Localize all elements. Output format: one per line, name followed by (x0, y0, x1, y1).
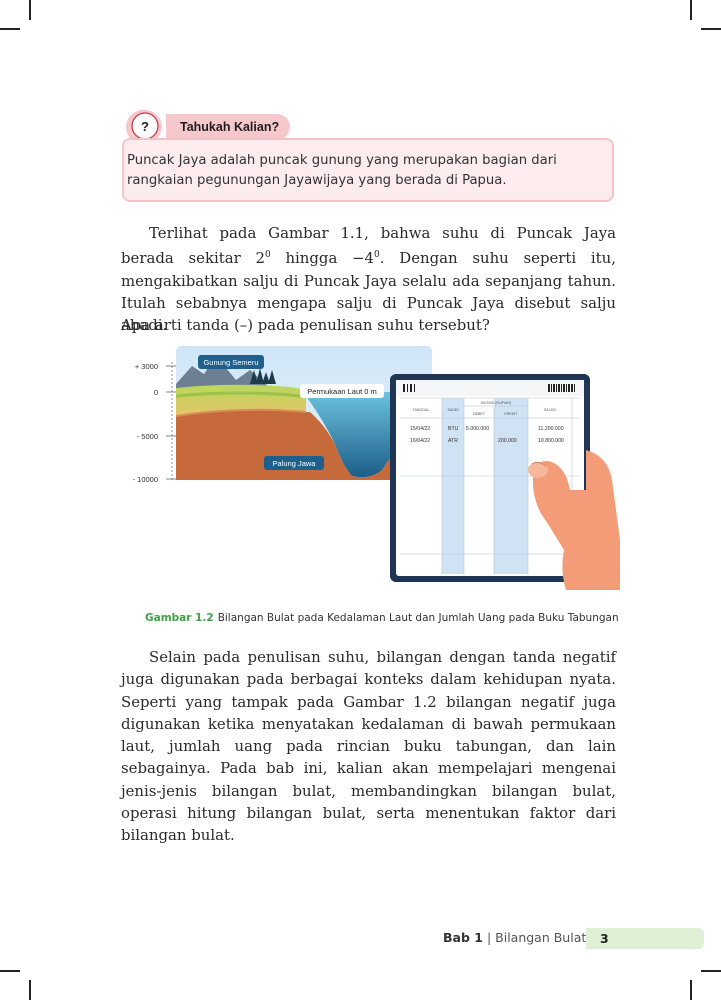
svg-text:Permukaan Laut 0 m: Permukaan Laut 0 m (307, 387, 377, 396)
svg-text:Gunung Semeru: Gunung Semeru (203, 358, 258, 367)
svg-text:Palung Jawa: Palung Jawa (273, 459, 317, 468)
paragraph-negative-numbers: Selain pada penulisan suhu, bilangan den… (121, 648, 616, 845)
depth-tick-minus-5000: - 5000 (137, 432, 158, 441)
figure-illustration: + 3000 0 - 5000 - 10000 Gunung Semeru Pe… (133, 346, 620, 590)
crop-mark-bottom-left-h (0, 970, 20, 972)
infobox-text-line1: Puncak Jaya adalah puncak gunung yang me… (127, 153, 557, 168)
infobox-text-line2: rangkaian pegunungan Jayawijaya yang ber… (127, 173, 507, 188)
bankbook-header-debet: DEBET (473, 412, 486, 416)
sea-level-label: Permukaan Laut 0 m (300, 384, 384, 398)
depth-scale: + 3000 0 - 5000 - 10000 (133, 362, 178, 484)
footer-chapter: Bab 1 (443, 930, 483, 945)
depth-tick-plus-3000: + 3000 (135, 362, 158, 371)
bankbook-header-kredit: KREDIT (504, 412, 518, 416)
question-text: Apa arti tanda (–) pada penulisan suhu t… (121, 316, 490, 334)
crop-mark-bottom-right-v (690, 980, 692, 1000)
bankbook-row1-sandi: BTU (448, 426, 459, 432)
question-badge-symbol: ? (141, 119, 149, 134)
infobox-title: Tahukah Kalian? (166, 114, 290, 140)
mountain-label: Gunung Semeru (198, 355, 264, 369)
trench-label: Palung Jawa (264, 456, 324, 470)
bankbook-header-mutasi: MUTASI (RUPIAH) (481, 401, 511, 405)
crop-mark-top-right-v (690, 0, 692, 20)
bankbook-header-saldo: SALDO (544, 408, 556, 412)
bankbook-row1-debet: 5.000.000 (466, 426, 489, 432)
figure-caption-text: Bilangan Bulat pada Kedalaman Laut dan J… (217, 612, 619, 624)
footer-chapter-info: Bab 1 | Bilangan Bulat (443, 930, 586, 945)
infobox-body: Puncak Jaya adalah puncak gunung yang me… (122, 138, 614, 202)
depth-tick-0: 0 (154, 388, 158, 397)
bankbook-row1-saldo: 11.200.000 (538, 426, 564, 432)
crop-mark-top-left-h (0, 28, 20, 30)
footer-separator: | (482, 930, 496, 945)
bankbook-row1-tanggal: 15/04/22 (410, 426, 430, 432)
bankbook-row2-kredit: 200.000 (498, 438, 517, 444)
bankbook-row2-saldo: 10.800.000 (538, 438, 564, 444)
bankbook-header-sandi: SANDI (448, 408, 459, 412)
crop-mark-top-right-h (701, 28, 721, 30)
crop-mark-top-left-v (29, 0, 31, 20)
crop-mark-bottom-left-v (29, 980, 31, 1000)
crop-mark-bottom-right-h (701, 970, 721, 972)
footer-chapter-title: Bilangan Bulat (495, 930, 587, 945)
bankbook-row2-sandi: ATR (448, 438, 458, 444)
depth-tick-minus-10000: - 10000 (133, 475, 158, 484)
page-number: 3 (586, 928, 704, 949)
figure-caption-label: Gambar 1.2 (145, 612, 214, 624)
bankbook-header-tanggal: TANGGAL (413, 408, 430, 412)
bankbook-row2-tanggal: 16/04/22 (410, 438, 430, 444)
figure-caption: Gambar 1.2 Bilangan Bulat pada Kedalaman … (145, 612, 619, 624)
